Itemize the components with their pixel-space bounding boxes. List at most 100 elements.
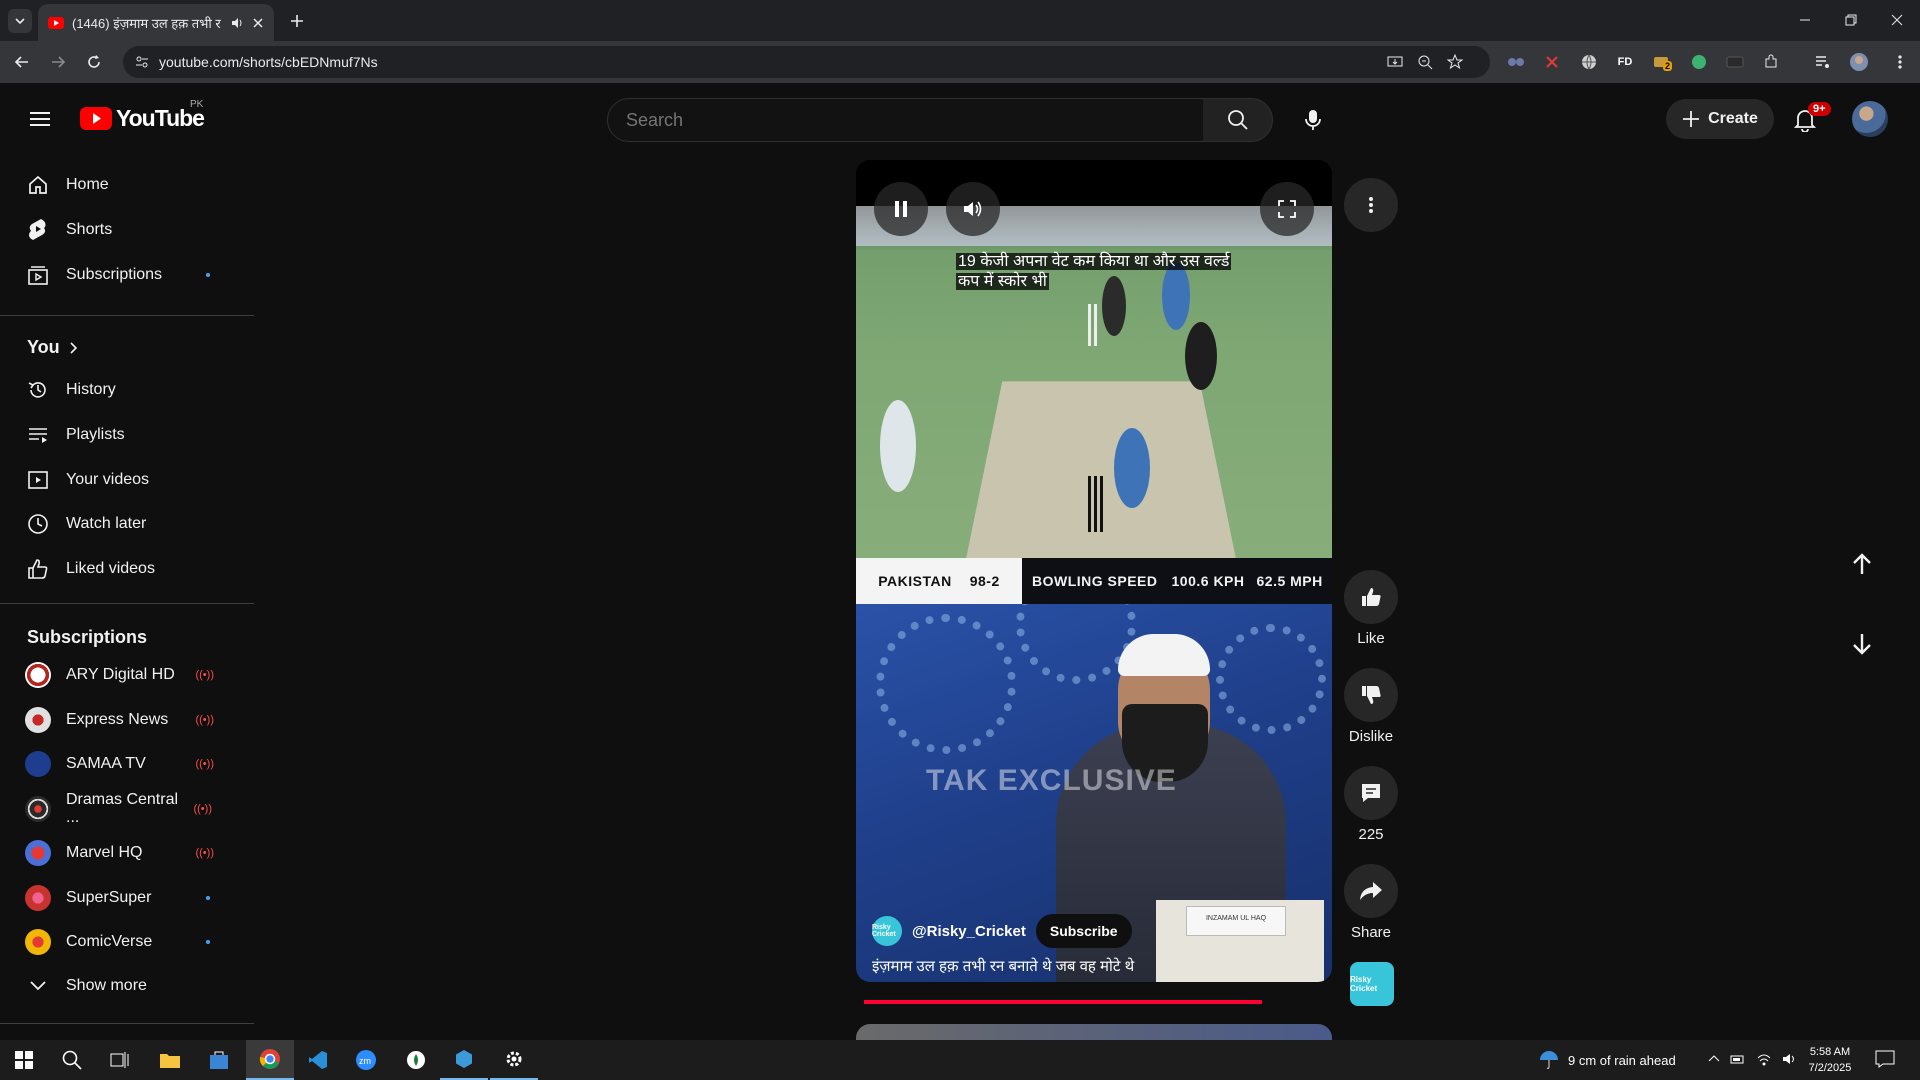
sidebar-channel-ary-digital-hd[interactable]: ARY Digital HD ((•)) xyxy=(12,655,240,695)
battery-icon[interactable] xyxy=(1730,1050,1746,1068)
vscode-app[interactable] xyxy=(294,1040,342,1080)
install-app-icon[interactable] xyxy=(1385,52,1405,72)
sidebar-channel-supersuper[interactable]: SuperSuper xyxy=(12,878,240,918)
minimize-button[interactable] xyxy=(1782,6,1828,34)
previous-short-button[interactable] xyxy=(1840,542,1884,586)
search-input[interactable] xyxy=(626,110,1186,131)
pause-icon xyxy=(893,200,909,218)
sidebar-item-label: History xyxy=(66,381,116,398)
channel-avatar[interactable]: Risky Cricket xyxy=(872,916,902,946)
url-text: youtube.com/shorts/cbEDNmuf7Ns xyxy=(159,54,378,70)
channel-handle[interactable]: @Risky_Cricket xyxy=(912,923,1026,940)
chrome-app[interactable] xyxy=(246,1040,294,1080)
globe-extension-icon[interactable] xyxy=(1578,51,1600,73)
search-box[interactable] xyxy=(607,98,1204,142)
share-button[interactable] xyxy=(1344,864,1398,918)
zoom-icon: zm xyxy=(355,1049,377,1071)
comments-button[interactable] xyxy=(1344,766,1398,820)
sidebar-channel-samaa-tv[interactable]: SAMAA TV ((•)) xyxy=(12,744,240,784)
start-button[interactable] xyxy=(0,1040,48,1080)
zoom-icon[interactable] xyxy=(1415,52,1435,72)
guide-menu-button[interactable] xyxy=(24,103,56,135)
leaf-app[interactable] xyxy=(392,1040,440,1080)
fullscreen-button[interactable] xyxy=(1260,182,1314,236)
channel-avatar xyxy=(25,840,51,866)
taskbar-search-button[interactable] xyxy=(48,1040,96,1080)
youtube-logo[interactable]: YouTube PK xyxy=(80,99,205,133)
action-center-button[interactable] xyxy=(1874,1048,1898,1072)
close-extension-icon[interactable] xyxy=(1541,51,1563,73)
wifi-icon[interactable] xyxy=(1756,1050,1772,1068)
tab-search-button[interactable] xyxy=(8,9,32,33)
svg-text:zm: zm xyxy=(359,1056,371,1066)
profile-icon[interactable] xyxy=(1848,51,1870,73)
you-section-heading[interactable]: You xyxy=(27,337,78,358)
restore-button[interactable] xyxy=(1828,6,1874,34)
taskbar-clock[interactable]: 5:58 AM 7/2/2025 xyxy=(1800,1044,1860,1076)
media-controls-icon[interactable] xyxy=(1812,51,1834,73)
glasses-extension-icon[interactable] xyxy=(1505,51,1527,73)
pause-button[interactable] xyxy=(874,182,928,236)
volume-button[interactable] xyxy=(946,182,1000,236)
tab-close-icon[interactable] xyxy=(252,17,264,29)
bowling-speed-label: BOWLING SPEED xyxy=(1032,573,1158,589)
more-actions-button[interactable] xyxy=(1344,178,1398,232)
new-tab-button[interactable] xyxy=(284,8,310,34)
search-button[interactable] xyxy=(1203,98,1273,142)
next-short-preview[interactable] xyxy=(856,1024,1332,1040)
show-hidden-icons-icon[interactable] xyxy=(1708,1050,1720,1068)
shorts-player[interactable]: PAKISTAN 98-2 BOWLING SPEED 100.6 KPH 62… xyxy=(856,160,1332,982)
weather-widget[interactable]: 9 cm of rain ahead xyxy=(1538,1050,1676,1070)
sidebar-item-subscriptions[interactable]: Subscriptions xyxy=(12,255,240,295)
sidebar-item-shorts[interactable]: Shorts xyxy=(12,210,240,250)
sound-source-thumbnail[interactable]: Risky Cricket xyxy=(1350,962,1394,1006)
reload-button[interactable] xyxy=(80,48,108,76)
sidebar-channel-dramas-central[interactable]: Dramas Central ... ((•)) xyxy=(12,789,240,829)
like-button[interactable] xyxy=(1344,570,1398,624)
fd-extension-icon[interactable]: FD xyxy=(1614,51,1636,73)
zoom-app[interactable]: zm xyxy=(342,1040,390,1080)
extensions-puzzle-icon[interactable] xyxy=(1760,51,1782,73)
hexagon-app-icon xyxy=(454,1049,474,1069)
show-more-button[interactable]: Show more xyxy=(12,966,240,1006)
sidebar-item-history[interactable]: History xyxy=(12,370,240,410)
green-extension-icon[interactable] xyxy=(1688,51,1710,73)
dislike-button[interactable] xyxy=(1344,668,1398,722)
score-runs: 98-2 xyxy=(969,573,1000,589)
subscribe-button[interactable]: Subscribe xyxy=(1035,914,1132,948)
playlists-icon xyxy=(10,424,66,446)
browser-tab-active[interactable]: (1446) इंज़माम उल हक़ तभी र xyxy=(38,4,274,41)
bookmark-star-icon[interactable] xyxy=(1445,52,1465,72)
sidebar-item-your-videos[interactable]: Your videos xyxy=(12,460,240,500)
folder-extension-icon[interactable]: 2 xyxy=(1651,51,1673,73)
store-app[interactable] xyxy=(195,1040,243,1080)
sidebar-item-playlists[interactable]: Playlists xyxy=(12,415,240,455)
short-channel-row: Risky Cricket @Risky_Cricket Subscribe xyxy=(872,914,1132,948)
site-info-icon[interactable] xyxy=(131,51,153,73)
pinned-app[interactable] xyxy=(440,1040,488,1080)
sidebar-channel-express-news[interactable]: Express News ((•)) xyxy=(12,700,240,740)
live-icon: ((•)) xyxy=(193,803,212,815)
sidebar-channel-comicverse[interactable]: ComicVerse xyxy=(12,922,240,962)
forward-button[interactable] xyxy=(44,48,72,76)
speaker-volume-icon[interactable] xyxy=(1782,1050,1798,1068)
new-content-dot xyxy=(206,273,210,277)
create-button[interactable]: Create xyxy=(1666,99,1774,139)
sidebar-item-home[interactable]: Home xyxy=(12,165,240,205)
sidebar-item-liked-videos[interactable]: Liked videos xyxy=(12,549,240,589)
tab-audio-icon[interactable] xyxy=(230,16,244,30)
close-window-button[interactable] xyxy=(1874,6,1920,34)
account-avatar[interactable] xyxy=(1852,101,1888,137)
task-view-button[interactable] xyxy=(96,1040,144,1080)
browser-menu-icon[interactable] xyxy=(1889,51,1911,73)
address-bar[interactable]: youtube.com/shorts/cbEDNmuf7Ns xyxy=(123,46,1490,78)
voice-search-button[interactable] xyxy=(1292,99,1334,141)
channel-avatar xyxy=(25,796,51,822)
dark-extension-icon[interactable] xyxy=(1724,51,1746,73)
sidebar-channel-marvel-hq[interactable]: Marvel HQ ((•)) xyxy=(12,833,240,873)
file-explorer-app[interactable] xyxy=(146,1040,194,1080)
next-short-button[interactable] xyxy=(1840,622,1884,666)
settings-app[interactable] xyxy=(490,1040,538,1080)
back-button[interactable] xyxy=(8,48,36,76)
sidebar-item-watch-later[interactable]: Watch later xyxy=(12,504,240,544)
